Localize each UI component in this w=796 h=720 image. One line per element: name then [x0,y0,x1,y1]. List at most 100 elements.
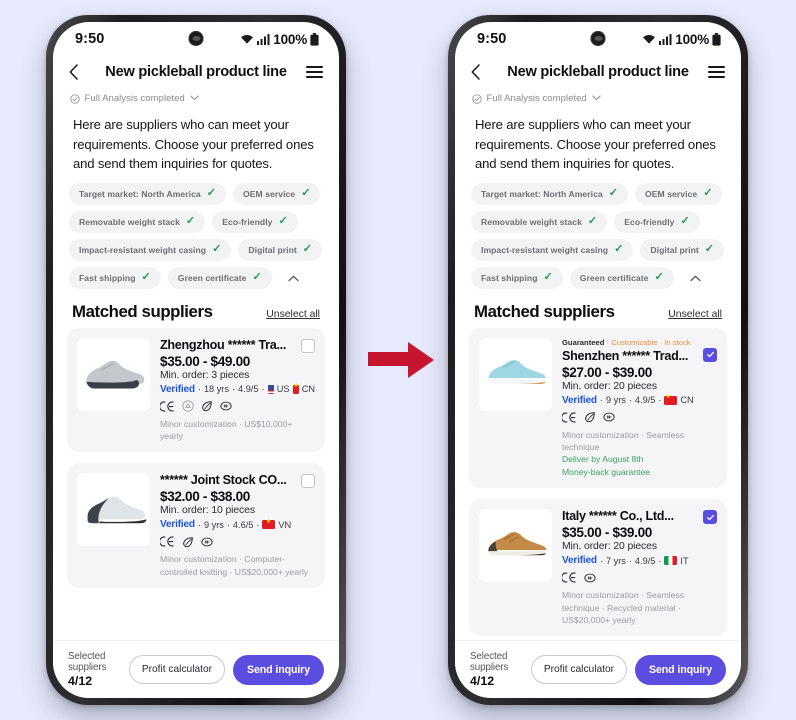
matched-suppliers-header: Matched suppliers Unselect all [53,293,339,328]
filter-chip-group: Target market: North America ✓ OEM servic… [53,182,339,293]
leaf-icon [202,401,212,412]
supplier-years: 9 yrs [203,519,224,530]
filter-chip[interactable]: Fast shipping ✓ [471,266,563,289]
chip-label: Fast shipping [481,272,538,283]
supplier-footer: Minor customization · Seamless technique… [562,590,685,625]
verified-badge: Verified [160,519,195,531]
meta-sep: · [658,395,662,405]
filter-chip[interactable]: Target market: North America ✓ [69,182,227,205]
meta-sep: · [226,519,230,530]
send-inquiry-button[interactable]: Send inquiry [635,654,726,685]
profit-calculator-button[interactable]: Profit calculator [128,655,226,684]
circle-mark-icon [584,573,596,583]
selected-value: 4/12 [470,674,495,688]
supplier-card[interactable]: Zhengzhou ****** Tra... $35.00 - $49.00 … [67,327,325,453]
check-icon: ✓ [206,187,217,199]
supplier-list: Guaranteed · Customizable · In stock She… [455,327,741,641]
verified-badge: Verified [160,383,195,395]
filter-chip[interactable]: Removable weight stack ✓ [471,210,608,233]
min-order: Min. order: 20 pieces [562,380,657,392]
meta-sep: · [231,384,236,394]
country-code: CN [301,384,315,394]
check-icon: ✓ [614,243,624,255]
supplier-checkbox[interactable] [301,474,315,489]
camera-punch-hole [590,31,606,46]
supplier-years: 7 yrs [605,555,626,566]
filter-chip[interactable]: Impact-resistant weight casing ✓ [471,238,634,261]
selected-count: Selected suppliers 4/12 [470,651,523,688]
supplier-card[interactable]: ****** Joint Stock CO... $32.00 - $38.00… [67,463,325,589]
supplier-rating: 4.9/5 [634,555,656,566]
flag-us-icon [267,384,274,394]
chip-label: Eco-friendly [222,216,273,227]
check-icon: ✓ [608,187,619,199]
meta-sep: · [197,384,201,394]
hamburger-menu-icon[interactable] [705,66,725,78]
filter-chip[interactable]: Digital print ✓ [238,238,323,261]
supplier-card[interactable]: Guaranteed · Customizable · In stock She… [469,327,727,489]
chevron-up-icon[interactable] [685,270,706,286]
filter-chip[interactable]: Target market: North America ✓ [471,182,629,205]
filter-chip[interactable]: Green certificate ✓ [167,266,272,289]
unselect-all-link[interactable]: Unselect all [668,309,722,322]
ce-mark-icon [160,400,174,412]
section-title: Matched suppliers [474,301,615,321]
certification-icons [160,400,315,413]
filter-chip[interactable]: Green certificate ✓ [569,266,674,289]
verified-badge: Verified [562,394,597,406]
nav-bar: New pickleball product line [53,56,339,88]
supplier-badges: Guaranteed · Customizable · In stock [562,338,717,347]
filter-chip[interactable]: Digital print ✓ [640,238,725,261]
guaranteed-badge: Guaranteed [562,337,605,347]
status-bar: 9:50 100% [455,22,741,56]
chevron-up-icon[interactable] [283,270,304,286]
chip-label: Impact-resistant weight casing [79,244,207,255]
profit-calculator-button[interactable]: Profit calculator [530,655,628,684]
unselect-all-link[interactable]: Unselect all [266,309,320,322]
back-icon[interactable] [471,64,491,80]
footer-line: Minor customization · Seamless technique [562,429,685,452]
supplier-checkbox[interactable] [703,510,717,525]
chip-label: Fast shipping [79,272,136,283]
wifi-icon [240,34,254,45]
filter-chip[interactable]: Eco-friendly ✓ [614,210,700,233]
phone-screen-before: 9:50 100% New pickleball product line Fu… [53,22,339,698]
selected-label: Selected suppliers [470,651,509,673]
meta-sep: · [658,555,662,566]
filter-chip[interactable]: Eco-friendly ✓ [212,210,298,233]
chip-label: Target market: North America [481,188,603,199]
supplier-footer: Minor customization · Computer-controlle… [160,554,309,577]
supplier-checkbox[interactable] [301,338,315,353]
chevron-down-icon[interactable] [190,93,199,104]
shoe-image [487,360,546,384]
supplier-checkbox[interactable] [703,347,717,362]
analysis-status[interactable]: Full Analysis completed [455,88,741,109]
supplier-list: Zhengzhou ****** Tra... $35.00 - $49.00 … [53,327,339,641]
check-icon: ✓ [543,271,553,283]
filter-chip[interactable]: OEM service ✓ [635,182,723,205]
filter-chip[interactable]: Removable weight stack ✓ [69,210,206,233]
check-icon: ✓ [587,215,598,227]
check-icon: ✓ [252,271,262,283]
hamburger-menu-icon[interactable] [303,66,323,78]
supplier-rating: 4.9/5 [238,384,259,394]
supplier-details: ****** Joint Stock CO... $32.00 - $38.00… [160,473,315,578]
product-thumbnail [77,337,150,411]
analysis-status[interactable]: Full Analysis completed [53,88,339,109]
supplier-card[interactable]: Italy ****** Co., Ltd... $35.00 - $39.00… [469,499,727,637]
filter-chip[interactable]: OEM service ✓ [233,182,321,205]
filter-chip[interactable]: Impact-resistant weight casing ✓ [69,238,232,261]
send-inquiry-button[interactable]: Send inquiry [233,654,324,685]
supplier-name: ****** Joint Stock CO... [160,473,287,488]
bottom-action-bar: Selected suppliers 4/12 Profit calculato… [455,640,741,698]
shoe-image [85,360,144,389]
selected-label: Selected suppliers [68,651,107,673]
delivery-promise: Deliver by August 8th [562,454,644,465]
country-code: VN [278,519,292,530]
min-order: Min. order: 20 pieces [562,541,657,553]
supplier-years: 9 yrs [605,395,626,405]
filter-chip[interactable]: Fast shipping ✓ [69,266,161,289]
chevron-down-icon[interactable] [592,93,601,104]
back-icon[interactable] [69,64,89,80]
intro-text: Here are suppliers who can meet your req… [73,117,314,171]
